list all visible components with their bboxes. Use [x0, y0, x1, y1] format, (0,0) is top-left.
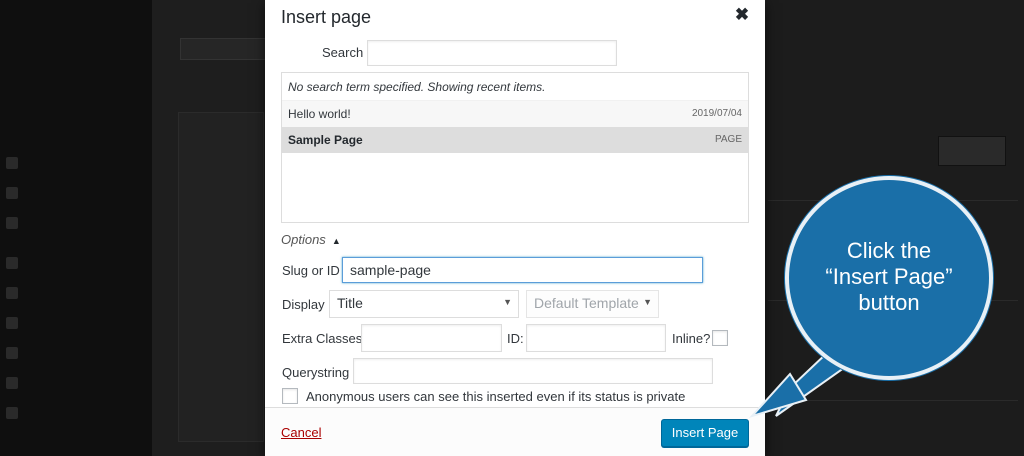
display-label: Display: [282, 297, 325, 312]
inline-label: Inline?: [672, 331, 711, 346]
extra-classes-input[interactable]: [361, 324, 502, 352]
chevron-down-icon: ▼: [643, 297, 652, 307]
sidebar-item-tools: [0, 342, 152, 364]
slug-input[interactable]: [342, 257, 703, 283]
plugins-icon: [6, 287, 18, 299]
inline-checkbox[interactable]: [712, 330, 728, 346]
admin-sidebar: [0, 0, 152, 456]
list-item-hello-world[interactable]: Hello world! 2019/07/04: [282, 101, 748, 127]
close-icon[interactable]: ✖: [731, 4, 753, 26]
pages-icon: [6, 187, 18, 199]
triangle-up-icon: ▲: [331, 236, 341, 246]
template-selected: Default Template: [534, 295, 639, 311]
meta-box: [768, 400, 1018, 426]
options-label: Options: [281, 232, 326, 247]
results-note: No search term specified. Showing recent…: [282, 73, 748, 101]
users-icon: [6, 317, 18, 329]
list-item-title: Sample Page: [288, 133, 363, 147]
list-item-sample-page[interactable]: Sample Page PAGE: [282, 127, 748, 153]
callout-line: Click the: [846, 238, 932, 263]
insert-page-button[interactable]: Insert Page: [661, 419, 749, 447]
settings-icon: [6, 377, 18, 389]
cancel-link[interactable]: Cancel: [281, 425, 321, 440]
chevron-down-icon: ▼: [503, 297, 512, 307]
collapse-icon: [6, 407, 18, 419]
instruction-callout: Click the “Insert Page” button: [785, 176, 993, 380]
slug-label: Slug or ID: [282, 263, 340, 278]
dialog-title: Insert page: [281, 7, 372, 27]
media-icon: [6, 157, 18, 169]
list-item-title: Hello world!: [288, 107, 351, 121]
list-item-type: PAGE: [714, 134, 742, 145]
querystring-label: Querystring: [282, 365, 350, 380]
search-input[interactable]: [367, 40, 617, 66]
insert-page-dialog: Insert page ✖ Search No search term spec…: [265, 0, 765, 456]
extra-classes-label: Extra Classes:: [282, 331, 366, 346]
dialog-footer: Cancel Insert Page: [265, 407, 765, 456]
search-results-list[interactable]: No search term specified. Showing recent…: [281, 72, 749, 223]
publish-button: [938, 136, 1006, 166]
tools-icon: [6, 347, 18, 359]
search-label: Search: [322, 45, 364, 60]
comments-icon: [6, 217, 18, 229]
id-label: ID:: [507, 331, 524, 346]
sidebar-item-appearance: [0, 252, 152, 274]
sidebar-item-settings: [0, 372, 152, 394]
querystring-input[interactable]: [353, 358, 713, 384]
list-item-date: 2019/07/04: [691, 108, 742, 119]
anonymous-checkbox[interactable]: [282, 388, 298, 404]
sidebar-item-comments: [0, 212, 152, 234]
appearance-icon: [6, 257, 18, 269]
sidebar-item-pages: [0, 182, 152, 204]
sidebar-item-media: [0, 152, 152, 174]
callout-line: “Insert Page”: [825, 264, 953, 289]
anonymous-label: Anonymous users can see this inserted ev…: [306, 389, 686, 404]
template-select[interactable]: Default Template ▼: [526, 290, 659, 318]
sidebar-item-plugins: [0, 282, 152, 304]
sidebar-item-users: [0, 312, 152, 334]
display-selected: Title: [337, 295, 363, 311]
display-select[interactable]: Title ▼: [329, 290, 519, 318]
options-toggle[interactable]: Options ▲: [281, 232, 341, 247]
callout-line: button: [858, 290, 920, 315]
sidebar-item-collapse: [0, 402, 152, 424]
add-media-button: [180, 38, 268, 60]
editor-content: [178, 112, 264, 442]
id-input[interactable]: [526, 324, 666, 352]
